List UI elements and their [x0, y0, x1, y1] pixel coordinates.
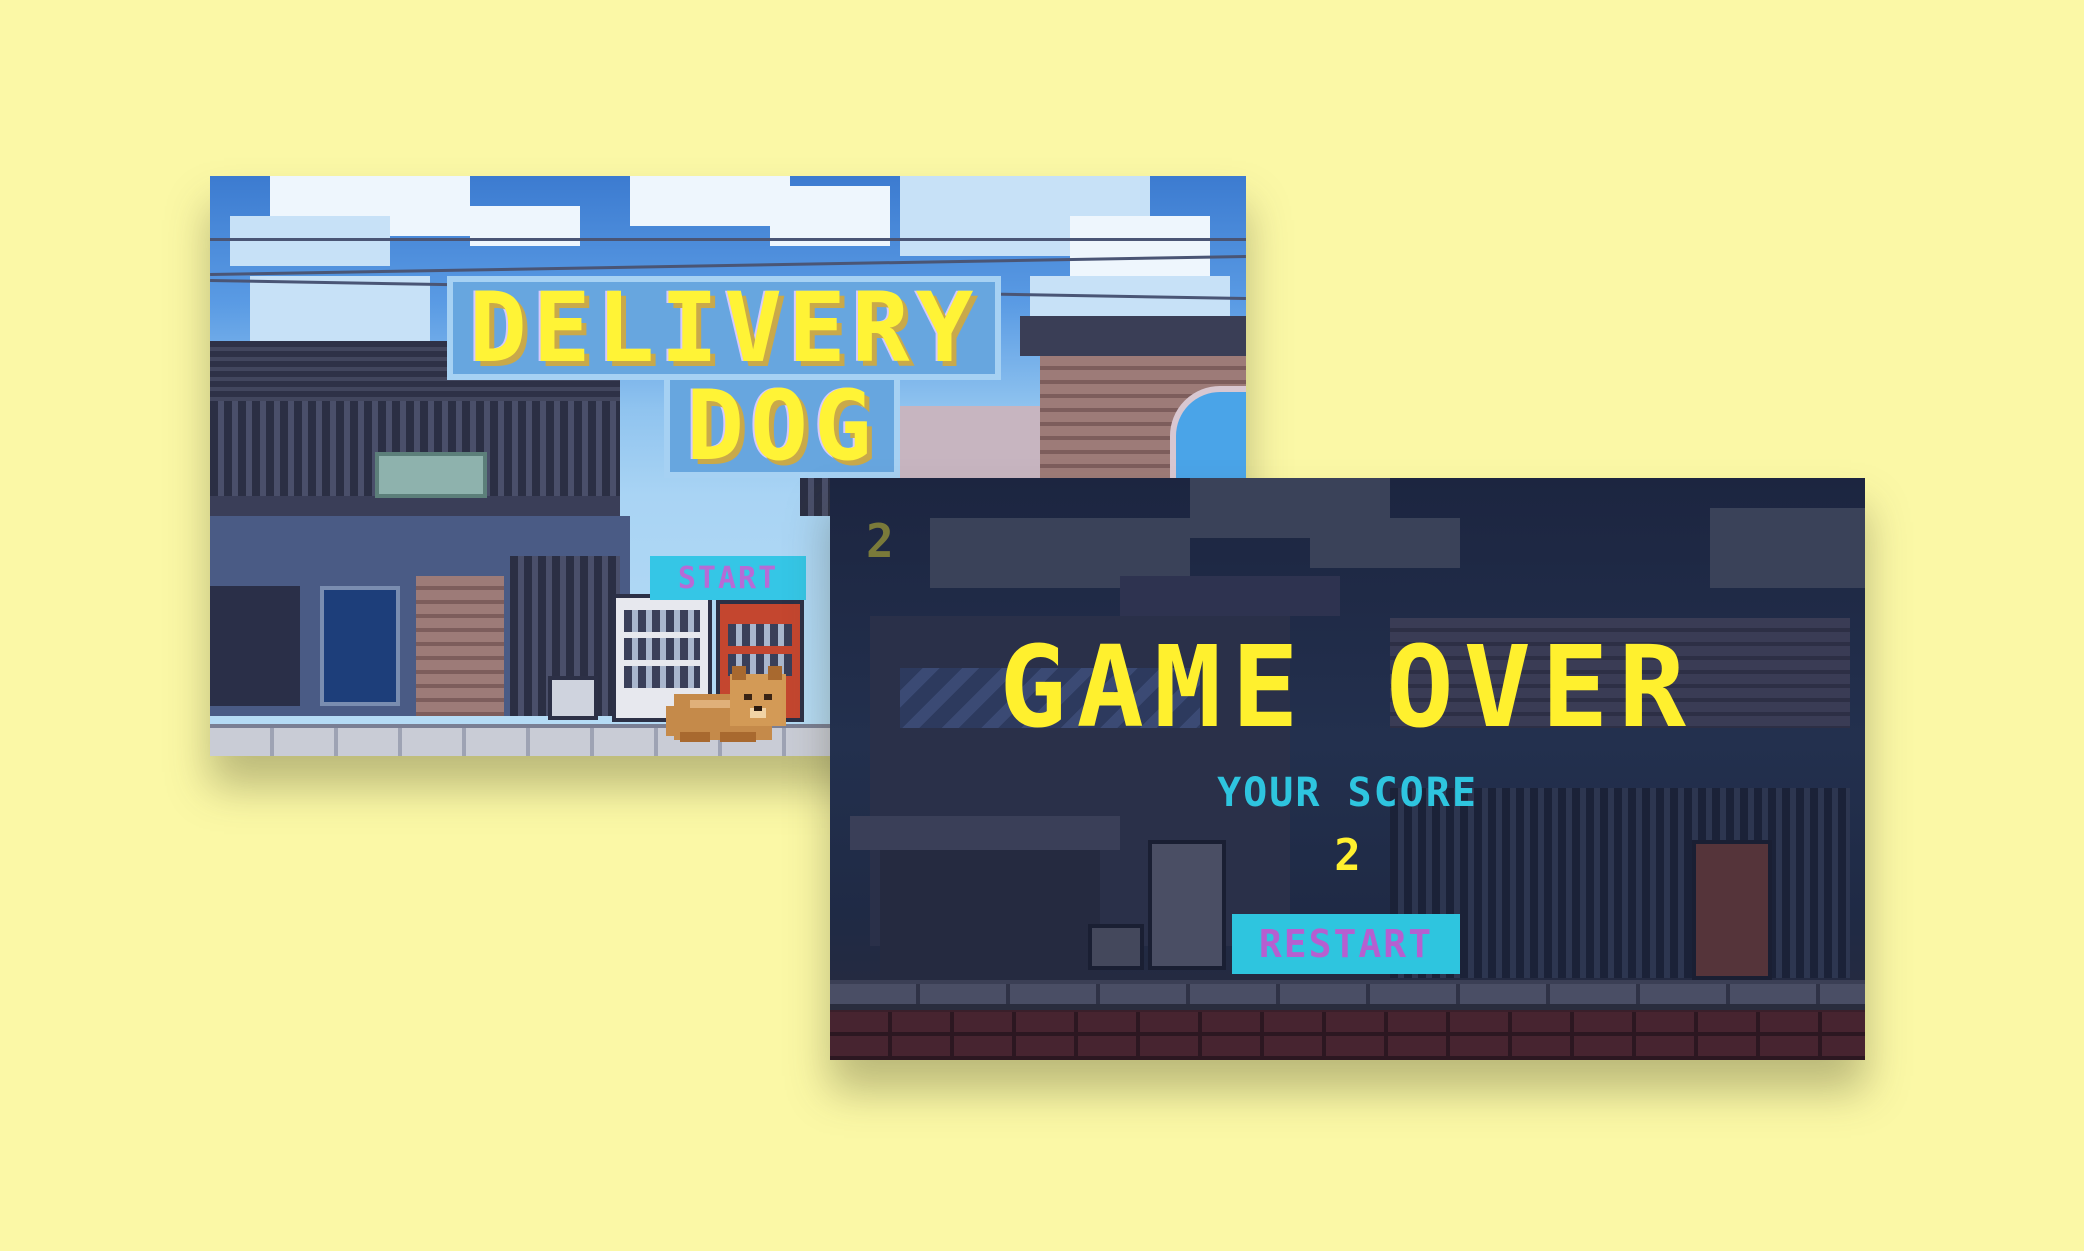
game-over-title: GAME OVER	[999, 623, 1696, 753]
start-button[interactable]: START	[650, 556, 806, 600]
score-label: YOUR SCORE	[1217, 770, 1478, 816]
title-line-2: DOG	[664, 374, 900, 478]
air-conditioner-icon	[548, 676, 598, 720]
shop-door	[416, 576, 504, 716]
restart-button[interactable]: RESTART	[1232, 914, 1460, 974]
building-roof	[1120, 576, 1340, 616]
shop-window	[320, 586, 400, 706]
cloud	[230, 216, 390, 266]
ground-bricks	[830, 1012, 1865, 1060]
cloud	[1310, 518, 1460, 568]
vending-slot	[624, 638, 700, 660]
vending-slot	[624, 610, 700, 632]
cloud	[630, 176, 790, 226]
game-title: DELIVERY DOG	[447, 276, 1002, 478]
vending-slot	[728, 624, 792, 646]
score-value: 2	[1334, 830, 1361, 881]
game-over-screen: 2 GAME OVER YOUR SCORE 2 RESTART	[830, 478, 1865, 1060]
dog-sprite-icon	[666, 666, 786, 742]
power-wire	[210, 238, 1246, 241]
shop-window	[210, 586, 300, 706]
building-right	[1020, 316, 1246, 356]
cloud	[1710, 508, 1865, 588]
cloud	[250, 276, 430, 346]
curb	[830, 984, 1865, 1004]
air-conditioner-icon	[1088, 924, 1144, 970]
cloud	[770, 186, 890, 246]
hud-score: 2	[866, 514, 894, 568]
title-line-1: DELIVERY	[447, 276, 1002, 380]
building-facade	[210, 496, 620, 516]
cloud	[1070, 216, 1210, 276]
